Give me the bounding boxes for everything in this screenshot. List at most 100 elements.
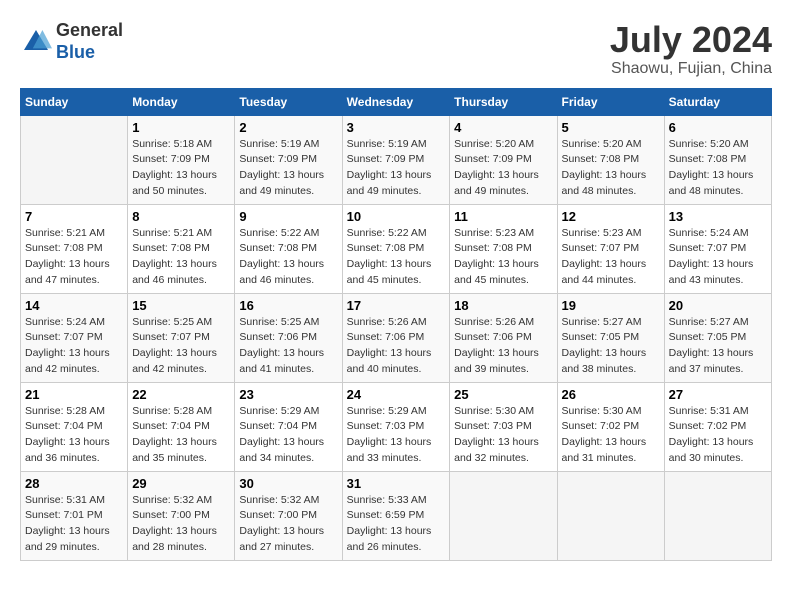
calendar-cell: 29 Sunrise: 5:32 AMSunset: 7:00 PMDayligh… bbox=[128, 471, 235, 560]
calendar-cell: 1 Sunrise: 5:18 AMSunset: 7:09 PMDaylight… bbox=[128, 115, 235, 204]
day-info: Sunrise: 5:20 AMSunset: 7:08 PMDaylight:… bbox=[669, 137, 767, 200]
calendar-cell bbox=[664, 471, 771, 560]
day-number: 1 bbox=[132, 120, 230, 135]
month-year: July 2024 bbox=[610, 20, 772, 60]
day-info: Sunrise: 5:20 AMSunset: 7:08 PMDaylight:… bbox=[562, 137, 660, 200]
weekday-header: Friday bbox=[557, 88, 664, 115]
calendar-cell: 13 Sunrise: 5:24 AMSunset: 7:07 PMDayligh… bbox=[664, 204, 771, 293]
day-info: Sunrise: 5:27 AMSunset: 7:05 PMDaylight:… bbox=[669, 315, 767, 378]
calendar-cell: 11Sunrise: 5:23 AMSunset: 7:08 PMDayligh… bbox=[450, 204, 557, 293]
day-number: 22 bbox=[132, 387, 230, 402]
calendar-cell bbox=[450, 471, 557, 560]
day-number: 6 bbox=[669, 120, 767, 135]
calendar-cell: 10 Sunrise: 5:22 AMSunset: 7:08 PMDayligh… bbox=[342, 204, 450, 293]
calendar-cell: 22 Sunrise: 5:28 AMSunset: 7:04 PMDayligh… bbox=[128, 382, 235, 471]
calendar-table: SundayMondayTuesdayWednesdayThursdayFrid… bbox=[20, 88, 772, 561]
day-number: 11 bbox=[454, 209, 552, 224]
calendar-cell: 20 Sunrise: 5:27 AMSunset: 7:05 PMDayligh… bbox=[664, 293, 771, 382]
day-number: 19 bbox=[562, 298, 660, 313]
calendar-week-row: 7 Sunrise: 5:21 AMSunset: 7:08 PMDaylight… bbox=[21, 204, 772, 293]
location: Shaowu, Fujian, China bbox=[610, 60, 772, 78]
calendar-cell: 3 Sunrise: 5:19 AMSunset: 7:09 PMDaylight… bbox=[342, 115, 450, 204]
day-number: 12 bbox=[562, 209, 660, 224]
day-number: 8 bbox=[132, 209, 230, 224]
day-number: 18 bbox=[454, 298, 552, 313]
day-info: Sunrise: 5:30 AMSunset: 7:02 PMDaylight:… bbox=[562, 404, 660, 467]
day-number: 5 bbox=[562, 120, 660, 135]
day-info: Sunrise: 5:24 AMSunset: 7:07 PMDaylight:… bbox=[669, 226, 767, 289]
calendar-cell: 9Sunrise: 5:22 AMSunset: 7:08 PMDaylight… bbox=[235, 204, 342, 293]
calendar-cell: 30Sunrise: 5:32 AMSunset: 7:00 PMDayligh… bbox=[235, 471, 342, 560]
day-info: Sunrise: 5:32 AMSunset: 7:00 PMDaylight:… bbox=[239, 493, 337, 556]
calendar-cell: 15 Sunrise: 5:25 AMSunset: 7:07 PMDayligh… bbox=[128, 293, 235, 382]
day-info: Sunrise: 5:21 AMSunset: 7:08 PMDaylight:… bbox=[25, 226, 123, 289]
day-info: Sunrise: 5:18 AMSunset: 7:09 PMDaylight:… bbox=[132, 137, 230, 200]
day-number: 28 bbox=[25, 476, 123, 491]
weekday-header: Sunday bbox=[21, 88, 128, 115]
day-number: 9 bbox=[239, 209, 337, 224]
day-number: 27 bbox=[669, 387, 767, 402]
calendar-week-row: 21Sunrise: 5:28 AMSunset: 7:04 PMDayligh… bbox=[21, 382, 772, 471]
calendar-cell: 26Sunrise: 5:30 AMSunset: 7:02 PMDayligh… bbox=[557, 382, 664, 471]
calendar-week-row: 14 Sunrise: 5:24 AMSunset: 7:07 PMDayligh… bbox=[21, 293, 772, 382]
calendar-cell: 5 Sunrise: 5:20 AMSunset: 7:08 PMDaylight… bbox=[557, 115, 664, 204]
weekday-header: Thursday bbox=[450, 88, 557, 115]
calendar-cell: 8 Sunrise: 5:21 AMSunset: 7:08 PMDaylight… bbox=[128, 204, 235, 293]
calendar-cell: 27Sunrise: 5:31 AMSunset: 7:02 PMDayligh… bbox=[664, 382, 771, 471]
weekday-header: Tuesday bbox=[235, 88, 342, 115]
day-number: 2 bbox=[239, 120, 337, 135]
calendar-cell: 4Sunrise: 5:20 AMSunset: 7:09 PMDaylight… bbox=[450, 115, 557, 204]
day-info: Sunrise: 5:26 AMSunset: 7:06 PMDaylight:… bbox=[347, 315, 446, 378]
day-info: Sunrise: 5:20 AMSunset: 7:09 PMDaylight:… bbox=[454, 137, 552, 200]
day-number: 25 bbox=[454, 387, 552, 402]
day-number: 3 bbox=[347, 120, 446, 135]
day-info: Sunrise: 5:25 AMSunset: 7:07 PMDaylight:… bbox=[132, 315, 230, 378]
calendar-cell: 21Sunrise: 5:28 AMSunset: 7:04 PMDayligh… bbox=[21, 382, 128, 471]
day-number: 10 bbox=[347, 209, 446, 224]
day-info: Sunrise: 5:22 AMSunset: 7:08 PMDaylight:… bbox=[347, 226, 446, 289]
day-number: 23 bbox=[239, 387, 337, 402]
day-info: Sunrise: 5:28 AMSunset: 7:04 PMDaylight:… bbox=[132, 404, 230, 467]
day-info: Sunrise: 5:29 AMSunset: 7:04 PMDaylight:… bbox=[239, 404, 337, 467]
page-header: General Blue July 2024 Shaowu, Fujian, C… bbox=[20, 20, 772, 78]
day-number: 13 bbox=[669, 209, 767, 224]
day-number: 24 bbox=[347, 387, 446, 402]
logo-icon bbox=[20, 26, 52, 58]
day-info: Sunrise: 5:29 AMSunset: 7:03 PMDaylight:… bbox=[347, 404, 446, 467]
day-number: 31 bbox=[347, 476, 446, 491]
day-info: Sunrise: 5:30 AMSunset: 7:03 PMDaylight:… bbox=[454, 404, 552, 467]
calendar-cell: 7 Sunrise: 5:21 AMSunset: 7:08 PMDaylight… bbox=[21, 204, 128, 293]
day-number: 20 bbox=[669, 298, 767, 313]
day-info: Sunrise: 5:28 AMSunset: 7:04 PMDaylight:… bbox=[25, 404, 123, 467]
calendar-cell: 2 Sunrise: 5:19 AMSunset: 7:09 PMDaylight… bbox=[235, 115, 342, 204]
calendar-cell: 24 Sunrise: 5:29 AMSunset: 7:03 PMDayligh… bbox=[342, 382, 450, 471]
day-info: Sunrise: 5:27 AMSunset: 7:05 PMDaylight:… bbox=[562, 315, 660, 378]
day-info: Sunrise: 5:21 AMSunset: 7:08 PMDaylight:… bbox=[132, 226, 230, 289]
calendar-cell: 16Sunrise: 5:25 AMSunset: 7:06 PMDayligh… bbox=[235, 293, 342, 382]
calendar-cell: 17Sunrise: 5:26 AMSunset: 7:06 PMDayligh… bbox=[342, 293, 450, 382]
day-info: Sunrise: 5:23 AMSunset: 7:07 PMDaylight:… bbox=[562, 226, 660, 289]
day-info: Sunrise: 5:24 AMSunset: 7:07 PMDaylight:… bbox=[25, 315, 123, 378]
day-info: Sunrise: 5:19 AMSunset: 7:09 PMDaylight:… bbox=[347, 137, 446, 200]
day-number: 29 bbox=[132, 476, 230, 491]
logo: General Blue bbox=[20, 20, 123, 63]
day-info: Sunrise: 5:32 AMSunset: 7:00 PMDaylight:… bbox=[132, 493, 230, 556]
calendar-cell: 12 Sunrise: 5:23 AMSunset: 7:07 PMDayligh… bbox=[557, 204, 664, 293]
calendar-week-row: 1 Sunrise: 5:18 AMSunset: 7:09 PMDaylight… bbox=[21, 115, 772, 204]
day-info: Sunrise: 5:19 AMSunset: 7:09 PMDaylight:… bbox=[239, 137, 337, 200]
calendar-cell: 28Sunrise: 5:31 AMSunset: 7:01 PMDayligh… bbox=[21, 471, 128, 560]
weekday-header: Saturday bbox=[664, 88, 771, 115]
calendar-cell: 23 Sunrise: 5:29 AMSunset: 7:04 PMDayligh… bbox=[235, 382, 342, 471]
calendar-cell: 25 Sunrise: 5:30 AMSunset: 7:03 PMDayligh… bbox=[450, 382, 557, 471]
calendar-cell: 6 Sunrise: 5:20 AMSunset: 7:08 PMDaylight… bbox=[664, 115, 771, 204]
calendar-week-row: 28Sunrise: 5:31 AMSunset: 7:01 PMDayligh… bbox=[21, 471, 772, 560]
logo-text: General Blue bbox=[56, 20, 123, 63]
day-number: 7 bbox=[25, 209, 123, 224]
calendar-cell: 31 Sunrise: 5:33 AMSunset: 6:59 PMDayligh… bbox=[342, 471, 450, 560]
day-info: Sunrise: 5:33 AMSunset: 6:59 PMDaylight:… bbox=[347, 493, 446, 556]
logo-general: General bbox=[56, 20, 123, 42]
day-number: 14 bbox=[25, 298, 123, 313]
weekday-header: Wednesday bbox=[342, 88, 450, 115]
weekday-header: Monday bbox=[128, 88, 235, 115]
day-number: 15 bbox=[132, 298, 230, 313]
